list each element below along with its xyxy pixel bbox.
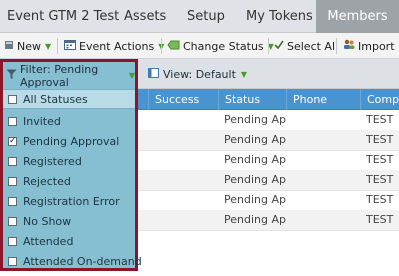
cell-company: TEST [366,153,394,166]
cell-status: Pending Ap... [224,113,286,126]
status-option-label: All Statuses [23,92,88,106]
checkbox[interactable] [8,256,17,266]
tag-icon [167,40,180,53]
table-row[interactable]: Pending Ap... TEST [138,130,399,151]
status-option-invited[interactable]: Invited [3,111,135,131]
status-option-registration-error[interactable]: Registration Error [3,191,135,211]
status-option-label: Rejected [23,174,71,188]
event-actions-label: Event Actions [79,39,155,53]
view-icon [148,67,159,81]
cell-phone [286,150,360,170]
status-option-registered[interactable]: Registered [3,151,135,171]
top-tab-bar: Event GTM 2 Test Assets Setup My Tokens … [0,0,399,33]
tab-setup[interactable]: Setup [187,0,225,33]
status-option-attended[interactable]: Attended [3,231,135,251]
status-option-label: Attended On-demand [23,254,142,268]
select-all-label: Select All [287,39,339,53]
people-icon [343,39,355,53]
checkbox[interactable] [8,116,17,126]
new-icon [4,40,14,53]
import-label: Import [358,39,395,53]
cell-success [148,130,218,150]
tab-my-tokens[interactable]: My Tokens [246,0,313,33]
cell-status: Pending Ap... [224,193,286,206]
status-option-label: Registration Error [23,194,120,208]
import-button[interactable]: Import [343,33,395,59]
event-actions-button[interactable]: Event Actions ▼ [64,33,164,59]
tab-members[interactable]: Members [316,0,399,33]
chevron-down-icon: ▼ [240,69,248,79]
view-selector[interactable]: View: Default ▼ [148,59,247,89]
filter-label: Filter: Pending Approval [20,62,99,89]
new-button[interactable]: New ▼ [4,33,51,59]
toolbar-divider [336,38,337,54]
status-option-pending-approval[interactable]: ✓ Pending Approval [3,131,135,151]
status-filter-trigger[interactable]: Filter: Pending Approval ▼ [3,62,135,89]
cell-phone [286,210,360,230]
cell-company: TEST [366,193,394,206]
toolbar-divider [268,38,269,54]
cell-phone [286,190,360,210]
column-header-phone[interactable]: Phone [286,89,360,110]
cell-status: Pending Ap... [224,153,286,166]
chevron-down-icon: ▼ [45,41,52,51]
checkbox[interactable] [8,176,17,186]
cell-success [148,170,218,190]
calendar-icon [64,39,76,53]
checkbox[interactable] [8,216,17,226]
cell-success [148,150,218,170]
cell-phone [286,130,360,150]
status-option-label: Invited [23,114,61,128]
checkbox[interactable] [8,196,17,206]
cell-phone [286,170,360,190]
table-row[interactable]: Pending Ap... TEST [138,210,399,231]
cell-phone [286,110,360,130]
chevron-down-icon: ▼ [128,71,135,80]
cell-company: TEST [366,113,394,126]
status-option-rejected[interactable]: Rejected [3,171,135,191]
view-label: View: Default [163,67,236,81]
toolbar: New ▼ Event Actions ▼ Change Status ▼ Se… [0,33,399,59]
status-option-label: Pending Approval [23,134,120,148]
checkbox-checked[interactable]: ✓ [8,136,17,146]
toolbar-divider [161,38,162,54]
cell-status: Pending Ap... [224,173,286,186]
column-header-success[interactable]: Success [148,89,218,110]
table-row[interactable]: Pending Ap... TEST [138,110,399,131]
tab-event[interactable]: Event GTM 2 Test [7,0,119,33]
toolbar-divider [57,38,58,54]
cell-success [148,210,218,230]
table-row[interactable]: Pending Ap... TEST [138,190,399,211]
cell-status: Pending Ap... [224,213,286,226]
cell-success [148,110,218,130]
column-header-company[interactable]: Comp [360,89,399,110]
change-status-button[interactable]: Change Status ▼ [167,33,274,59]
filter-icon [6,69,17,83]
cell-status: Pending Ap... [224,133,286,146]
select-all-button[interactable]: Select All [274,33,338,59]
status-option-attended-on-demand[interactable]: Attended On-demand [3,251,142,271]
checkmark-icon [274,40,284,53]
status-option-label: Registered [23,154,82,168]
table-row[interactable]: Pending Ap... TEST [138,150,399,171]
status-option-label: Attended [23,234,74,248]
table-row[interactable]: Pending Ap... TEST [138,170,399,191]
grid-header: Success Status Phone Comp [138,89,399,110]
checkbox[interactable] [8,94,17,104]
change-status-label: Change Status [183,39,264,53]
tab-assets[interactable]: Assets [124,0,166,33]
checkbox[interactable] [8,236,17,246]
status-option-no-show[interactable]: No Show [3,211,135,231]
checkbox[interactable] [8,156,17,166]
cell-success [148,190,218,210]
cell-company: TEST [366,213,394,226]
column-header-status[interactable]: Status [218,89,286,110]
cell-company: TEST [366,133,394,146]
cell-company: TEST [366,173,394,186]
status-filter-dropdown[interactable]: Filter: Pending Approval ▼ All Statuses … [0,59,142,271]
status-option-label: No Show [23,214,72,228]
status-option-all-statuses[interactable]: All Statuses [3,89,135,109]
grid-header-spacer [138,89,148,110]
new-label: New [17,39,41,53]
